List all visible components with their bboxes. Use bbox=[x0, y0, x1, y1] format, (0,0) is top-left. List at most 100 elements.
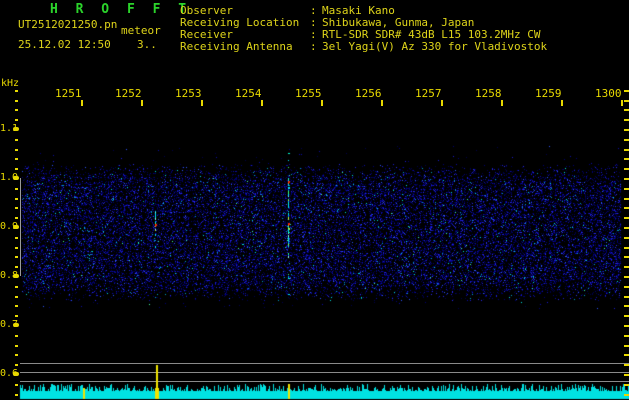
station-field-label: Receiving Location bbox=[180, 16, 300, 29]
right-edge-tick bbox=[624, 90, 629, 92]
overlay-layer: H R O F F T UT2512021250.pn meteor 25.12… bbox=[0, 0, 629, 400]
right-edge-tick bbox=[624, 100, 629, 102]
right-edge-tick bbox=[624, 217, 629, 219]
right-edge-tick bbox=[624, 149, 629, 151]
time-axis-tick bbox=[561, 100, 563, 106]
freq-axis-minor-tick bbox=[15, 384, 18, 386]
freq-axis-unit-label: kHz bbox=[1, 78, 20, 89]
freq-axis-major-tick bbox=[13, 274, 19, 278]
time-axis-label: 1258 bbox=[475, 87, 502, 100]
right-edge-tick bbox=[624, 227, 629, 229]
right-edge-tick bbox=[624, 305, 629, 307]
time-axis-label: 1256 bbox=[355, 87, 382, 100]
right-edge-tick bbox=[624, 109, 629, 111]
freq-axis-minor-tick bbox=[15, 286, 18, 288]
right-edge-tick bbox=[624, 335, 629, 337]
freq-axis-minor-tick bbox=[15, 296, 18, 298]
time-axis-label: 1251 bbox=[55, 87, 82, 100]
time-axis-label: 1252 bbox=[115, 87, 142, 100]
station-field-label: Receiving Antenna bbox=[180, 40, 293, 53]
station-field-separator: : bbox=[310, 16, 317, 29]
freq-axis-minor-tick bbox=[15, 315, 18, 317]
freq-axis-major-tick bbox=[13, 127, 19, 131]
time-axis-label: 1254 bbox=[235, 87, 262, 100]
station-field-separator: : bbox=[310, 4, 317, 17]
right-edge-tick bbox=[624, 266, 629, 268]
time-axis-tick bbox=[441, 100, 443, 106]
right-edge-tick bbox=[624, 168, 629, 170]
time-axis-tick bbox=[81, 100, 83, 106]
right-edge-tick bbox=[624, 178, 629, 180]
time-axis-tick bbox=[621, 100, 623, 106]
counter-label: 3.. bbox=[137, 38, 157, 51]
freq-axis-minor-tick bbox=[15, 217, 18, 219]
right-edge-tick bbox=[624, 315, 629, 317]
right-edge-tick bbox=[624, 198, 629, 200]
right-edge-tick bbox=[624, 129, 629, 131]
station-field-value: Masaki Kano bbox=[322, 4, 395, 17]
freq-axis-minor-tick bbox=[15, 335, 18, 337]
right-edge-tick bbox=[624, 188, 629, 190]
freq-axis-minor-tick bbox=[15, 198, 18, 200]
freq-axis-minor-tick bbox=[15, 354, 18, 356]
freq-axis-minor-tick bbox=[15, 188, 18, 190]
freq-axis-major-tick bbox=[13, 225, 19, 229]
freq-axis-minor-tick bbox=[15, 158, 18, 160]
time-axis-tick bbox=[261, 100, 263, 106]
right-edge-tick bbox=[624, 325, 629, 327]
right-edge-tick bbox=[624, 354, 629, 356]
right-edge-tick bbox=[624, 276, 629, 278]
station-field-value: RTL-SDR SDR# 43dB L15 103.2MHz CW bbox=[322, 28, 541, 41]
time-axis-label: 1300 bbox=[595, 87, 622, 100]
time-axis-label: 1253 bbox=[175, 87, 202, 100]
station-field-value: Shibukawa, Gunma, Japan bbox=[322, 16, 475, 29]
output-filename-sublabel: meteor bbox=[121, 24, 161, 37]
right-edge-tick bbox=[624, 237, 629, 239]
right-edge-tick bbox=[624, 345, 629, 347]
time-axis-tick bbox=[501, 100, 503, 106]
right-edge-tick bbox=[624, 286, 629, 288]
freq-axis-major-tick bbox=[13, 176, 19, 180]
freq-axis-minor-tick bbox=[15, 266, 18, 268]
freq-axis-minor-tick bbox=[15, 364, 18, 366]
freq-axis-minor-tick bbox=[15, 100, 18, 102]
freq-axis-minor-tick bbox=[15, 149, 18, 151]
time-axis-tick bbox=[201, 100, 203, 106]
time-axis-tick bbox=[141, 100, 143, 106]
right-edge-tick bbox=[624, 394, 629, 396]
station-field-separator: : bbox=[310, 40, 317, 53]
right-edge-tick bbox=[624, 139, 629, 141]
time-axis-label: 1255 bbox=[295, 87, 322, 100]
right-edge-tick bbox=[624, 374, 629, 376]
freq-axis-major-tick bbox=[13, 372, 19, 376]
freq-axis-minor-tick bbox=[15, 345, 18, 347]
time-axis-label: 1257 bbox=[415, 87, 442, 100]
station-field-separator: : bbox=[310, 28, 317, 41]
right-edge-tick bbox=[624, 158, 629, 160]
right-edge-tick bbox=[624, 247, 629, 249]
time-axis-tick bbox=[381, 100, 383, 106]
hrofft-screen: H R O F F T UT2512021250.pn meteor 25.12… bbox=[0, 0, 629, 400]
time-axis-tick bbox=[321, 100, 323, 106]
freq-axis-minor-tick bbox=[15, 139, 18, 141]
right-edge-tick bbox=[624, 364, 629, 366]
freq-axis-minor-tick bbox=[15, 109, 18, 111]
station-field-label: Receiver bbox=[180, 28, 233, 41]
right-edge-tick bbox=[624, 384, 629, 386]
freq-axis-minor-tick bbox=[15, 90, 18, 92]
freq-axis-minor-tick bbox=[15, 237, 18, 239]
right-edge-tick bbox=[624, 256, 629, 258]
output-filename: UT2512021250.pn bbox=[18, 18, 118, 31]
freq-axis-major-tick bbox=[13, 323, 19, 327]
right-edge-tick bbox=[624, 207, 629, 209]
time-axis-label: 1259 bbox=[535, 87, 562, 100]
right-edge-tick bbox=[624, 119, 629, 121]
station-field-label: Observer bbox=[180, 4, 233, 17]
freq-axis-minor-tick bbox=[15, 207, 18, 209]
freq-axis-minor-tick bbox=[15, 394, 18, 396]
freq-axis-minor-tick bbox=[15, 119, 18, 121]
freq-axis-minor-tick bbox=[15, 247, 18, 249]
app-title: H R O F F T bbox=[50, 2, 192, 17]
station-field-value: 3el Yagi(V) Az 330 for Vladivostok bbox=[322, 40, 548, 53]
right-edge-tick bbox=[624, 296, 629, 298]
